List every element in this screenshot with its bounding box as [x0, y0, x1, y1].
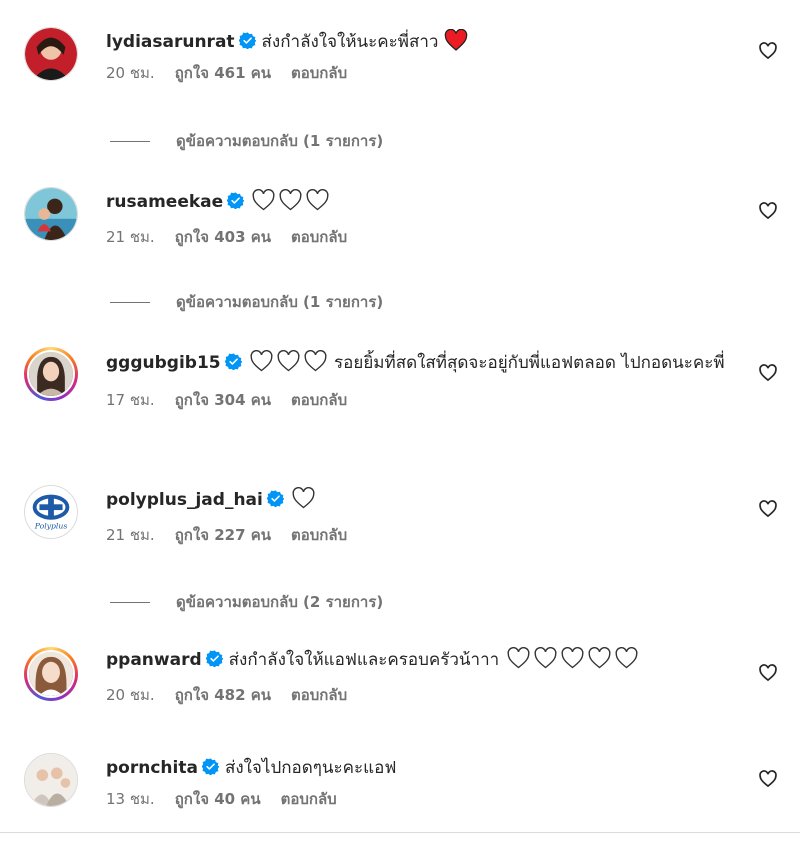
likes-count[interactable]: ถูกใจ 482 คน [175, 686, 271, 704]
view-replies-label: ดูข้อความตอบกลับ (2 รายการ) [176, 593, 384, 611]
white-heart-icon [250, 349, 273, 372]
svg-text:Polyplus: Polyplus [34, 521, 68, 530]
view-replies-label: ดูข้อความตอบกลับ (1 รายการ) [176, 132, 384, 150]
reply-button[interactable]: ตอบกลับ [281, 790, 337, 808]
like-heart-icon[interactable] [758, 769, 778, 789]
avatar-photo-icon [25, 754, 77, 806]
username[interactable]: ppanward [106, 650, 202, 670]
likes-count[interactable]: ถูกใจ 40 คน [175, 790, 261, 808]
white-heart-icon [304, 349, 327, 372]
view-replies-button[interactable]: ดูข้อความตอบกลับ (1 รายการ) [110, 290, 383, 314]
reply-button[interactable]: ตอบกลับ [291, 228, 347, 246]
like-heart-icon[interactable] [758, 499, 778, 519]
verified-badge-icon [201, 758, 219, 775]
white-heart-icon [306, 188, 329, 211]
likes-count[interactable]: ถูกใจ 227 คน [175, 526, 271, 544]
comment-time[interactable]: 13 ชม. [106, 790, 155, 808]
comment-time[interactable]: 21 ชม. [106, 526, 155, 544]
white-heart-icon [292, 486, 315, 509]
divider [110, 301, 150, 303]
comment-text: รอยยิ้มที่สดใสที่สุดจะอยู่กับพี่แอฟตลอด … [334, 353, 725, 373]
avatar[interactable] [24, 187, 78, 241]
red-heart-icon [444, 29, 468, 51]
verified-badge-icon [238, 32, 256, 49]
comment-text: ส่งใจไปกอดๆนะคะแอฟ [224, 758, 397, 778]
white-heart-icon [561, 646, 584, 669]
verified-badge-icon [224, 353, 242, 370]
reply-button[interactable]: ตอบกลับ [291, 526, 347, 544]
divider [110, 601, 150, 603]
view-replies-label: ดูข้อความตอบกลับ (1 รายการ) [176, 293, 384, 311]
avatar[interactable] [24, 753, 78, 807]
username[interactable]: rusameekae [106, 192, 223, 212]
username[interactable]: lydiasarunrat [106, 32, 235, 52]
avatar-photo-icon [25, 188, 77, 240]
white-heart-icon [588, 646, 611, 669]
username[interactable]: polyplus_jad_hai [106, 490, 263, 510]
likes-count[interactable]: ถูกใจ 304 คน [175, 391, 271, 409]
white-heart-icon [615, 646, 638, 669]
verified-badge-icon [205, 650, 223, 667]
white-heart-icon [252, 188, 275, 211]
avatar[interactable] [24, 647, 78, 701]
reply-button[interactable]: ตอบกลับ [291, 64, 347, 82]
divider [110, 140, 150, 142]
white-heart-icon [534, 646, 557, 669]
verified-badge-icon [266, 490, 284, 507]
comment-text: ส่งกำลังใจให้แอฟและครอบครัวน้าาา [228, 650, 500, 670]
polyplus-logo-icon: Polyplus [25, 486, 77, 538]
username[interactable]: gggubgib15 [106, 353, 221, 373]
comment-time[interactable]: 20 ชม. [106, 686, 155, 704]
white-heart-icon [279, 188, 302, 211]
reply-button[interactable]: ตอบกลับ [291, 391, 347, 409]
avatar-photo-icon [29, 652, 73, 696]
view-replies-button[interactable]: ดูข้อความตอบกลับ (2 รายการ) [110, 590, 383, 614]
white-heart-icon [277, 349, 300, 372]
username[interactable]: pornchita [106, 758, 198, 778]
reply-button[interactable]: ตอบกลับ [291, 686, 347, 704]
avatar-photo-icon [25, 28, 77, 80]
like-heart-icon[interactable] [758, 201, 778, 221]
comment-time[interactable]: 17 ชม. [106, 391, 155, 409]
likes-count[interactable]: ถูกใจ 403 คน [175, 228, 271, 246]
avatar[interactable] [24, 347, 78, 401]
like-heart-icon[interactable] [758, 41, 778, 61]
like-heart-icon[interactable] [758, 663, 778, 683]
like-heart-icon[interactable] [758, 363, 778, 383]
comment-time[interactable]: 21 ชม. [106, 228, 155, 246]
comments-list: lydiasarunrat ส่งกำลังใจให้นะคะพี่สาว 20 … [0, 0, 800, 842]
comment-text: ส่งกำลังใจให้นะคะพี่สาว [261, 32, 439, 52]
verified-badge-icon [227, 192, 245, 209]
comment-time[interactable]: 20 ชม. [106, 64, 155, 82]
avatar[interactable] [24, 27, 78, 81]
divider [0, 832, 800, 833]
avatar[interactable]: Polyplus [24, 485, 78, 539]
view-replies-button[interactable]: ดูข้อความตอบกลับ (1 รายการ) [110, 129, 383, 153]
white-heart-icon [507, 646, 530, 669]
likes-count[interactable]: ถูกใจ 461 คน [175, 64, 271, 82]
avatar-photo-icon [29, 352, 73, 396]
